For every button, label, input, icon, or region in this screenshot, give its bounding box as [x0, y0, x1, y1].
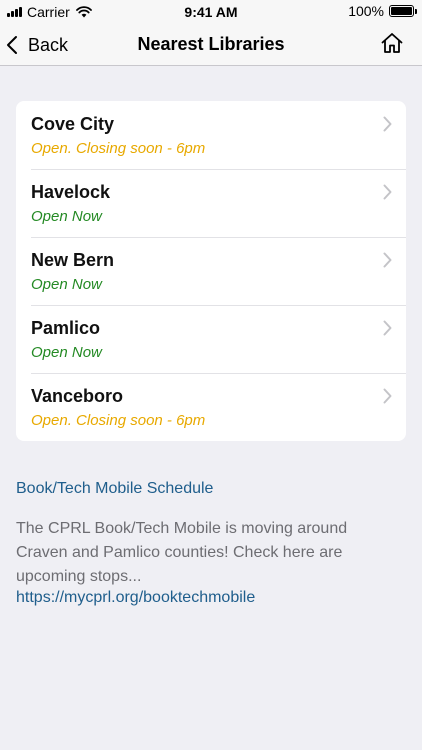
library-status: Open. Closing soon - 6pm: [31, 412, 206, 429]
schedule-url-link[interactable]: https://mycprl.org/booktechmobile: [16, 589, 255, 607]
page-title: Nearest Libraries: [137, 34, 285, 54]
chevron-right-icon: [383, 320, 392, 336]
library-row-vanceboro[interactable]: Vanceboro Open. Closing soon - 6pm: [16, 373, 406, 441]
chevron-right-icon: [383, 116, 392, 132]
chevron-right-icon: [383, 184, 392, 200]
library-name: Havelock: [31, 182, 111, 202]
library-name: Pamlico: [31, 318, 101, 338]
library-row-cove-city[interactable]: Cove City Open. Closing soon - 6pm: [16, 101, 406, 169]
library-name: New Bern: [31, 250, 115, 270]
library-status: Open Now: [31, 276, 102, 293]
battery-percent: 100%: [348, 3, 384, 19]
library-row-pamlico[interactable]: Pamlico Open Now: [16, 305, 406, 373]
library-row-new-bern[interactable]: New Bern Open Now: [16, 237, 406, 305]
home-icon: [381, 33, 403, 53]
status-bar: Carrier 9:41 AM 100%: [0, 0, 422, 24]
library-name: Vanceboro: [31, 386, 124, 406]
library-status: Open Now: [31, 208, 102, 225]
chevron-right-icon: [383, 388, 392, 404]
library-status: Open. Closing soon - 6pm: [31, 140, 206, 157]
schedule-link[interactable]: Book/Tech Mobile Schedule: [16, 480, 213, 498]
library-list: Cove City Open. Closing soon - 6pm Havel…: [16, 101, 406, 441]
library-status: Open Now: [31, 344, 102, 361]
chevron-right-icon: [383, 252, 392, 268]
battery-group: 100%: [348, 3, 417, 19]
home-button[interactable]: [380, 31, 404, 60]
library-name: Cove City: [31, 114, 115, 134]
library-row-havelock[interactable]: Havelock Open Now: [16, 169, 406, 237]
navigation-bar: Back Nearest Libraries: [0, 24, 422, 66]
schedule-description: The CPRL Book/Tech Mobile is moving arou…: [16, 520, 348, 585]
battery-icon: [389, 5, 417, 17]
